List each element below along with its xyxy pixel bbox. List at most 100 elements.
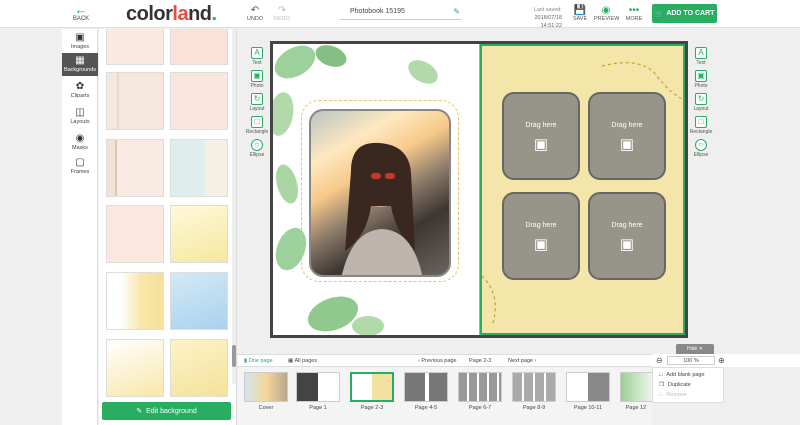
undo-button[interactable]: ↶ UNDO — [243, 5, 267, 22]
frame-icon: ▢ — [75, 157, 85, 168]
rectangle-tool[interactable]: □ Rectangle — [245, 116, 269, 135]
preview-button[interactable]: ◉ PREVIEW — [594, 5, 619, 22]
add-text-tool-right[interactable]: A Text — [692, 47, 710, 66]
zoom-control: ⊖ 100 % ⊕ — [652, 354, 800, 367]
photo-drop-zone[interactable]: Drag here ▣ — [588, 92, 666, 180]
layout-tool[interactable]: ↻ Layout — [248, 93, 266, 112]
tool-masks[interactable]: ◉ Masks — [62, 133, 98, 151]
layout-tool-right[interactable]: ↻ Layout — [692, 93, 710, 112]
background-thumbnail[interactable] — [170, 29, 228, 65]
mask-icon: ◉ — [75, 133, 85, 144]
previous-page-button[interactable]: ‹ Previous page — [418, 358, 457, 364]
photo-frame[interactable] — [309, 109, 451, 277]
portrait-photo — [341, 142, 423, 275]
colorland-logo[interactable]: colorland. — [126, 3, 217, 25]
add-blank-page-label: Add blank page — [666, 372, 705, 378]
tool-backgrounds[interactable]: ▦ Backgrounds — [62, 53, 98, 76]
more-icon: ••• — [628, 5, 640, 16]
pencil-icon: ✎ — [136, 408, 143, 415]
text-icon: A — [695, 47, 707, 59]
photo-icon: ▣ — [251, 70, 263, 82]
last-saved-label: Last saved: — [533, 7, 562, 13]
tool-cliparts-label: Cliparts — [70, 93, 90, 99]
photo-drop-zone[interactable]: Drag here ▣ — [502, 192, 580, 280]
next-page-button[interactable]: Next page › — [508, 358, 536, 364]
page-thumb-10-11[interactable] — [566, 372, 610, 402]
background-thumbnail[interactable] — [106, 29, 164, 65]
zoom-value[interactable]: 100 % — [667, 356, 715, 365]
tool-frames[interactable]: ▢ Frames — [62, 157, 98, 175]
right-page[interactable]: Drag here ▣ Drag here ▣ Drag here ▣ Drag… — [480, 44, 685, 335]
background-thumbnail[interactable] — [170, 139, 228, 197]
remove-label: Remove — [666, 392, 687, 398]
background-thumbnail[interactable] — [170, 72, 228, 130]
page-thumb-label: Page 6-7 — [468, 405, 492, 411]
page-thumbnail-strip: Cover Page 1 Page 2-3 Page 4-5 Page 6-7 … — [238, 367, 652, 425]
rectangle-tool-label: Rectangle — [245, 129, 269, 135]
previous-page-label: Previous page — [421, 358, 457, 364]
zoom-out-icon[interactable]: ⊖ — [656, 356, 663, 365]
tool-layouts[interactable]: ◫ Layouts — [62, 107, 98, 125]
add-image-icon: ▣ — [533, 236, 549, 253]
photo-drop-zone[interactable]: Drag here ▣ — [502, 92, 580, 180]
add-photo-tool-right[interactable]: ▣ Photo — [692, 70, 710, 89]
redo-button[interactable]: ↷ REDO — [270, 5, 294, 22]
edit-background-button[interactable]: ✎ Edit background — [102, 402, 231, 420]
background-thumbnail[interactable] — [170, 272, 228, 330]
pencil-icon[interactable]: ✎ — [453, 7, 460, 16]
background-thumbnail[interactable] — [106, 339, 164, 397]
one-page-view-button[interactable]: ▮ One page — [244, 358, 273, 364]
add-photo-tool[interactable]: ▣ Photo — [248, 70, 266, 89]
logo-part3: nd — [188, 3, 212, 25]
remove-item[interactable]: □ Remove — [659, 392, 687, 398]
page-thumb-label: Page 4-5 — [414, 405, 438, 411]
page-thumb-cover[interactable] — [244, 372, 288, 402]
page-thumb-1[interactable] — [296, 372, 340, 402]
background-thumbnail[interactable] — [106, 205, 164, 263]
background-thumbnail[interactable] — [170, 339, 228, 397]
project-title-field[interactable]: Photobook 15195 ✎ — [340, 7, 462, 20]
all-pages-view-button[interactable]: ▦ All pages — [288, 358, 317, 364]
save-button[interactable]: 💾 SAVE — [568, 5, 592, 22]
page-thumb-4-5[interactable] — [404, 372, 448, 402]
photo-drop-zone[interactable]: Drag here ▣ — [588, 192, 666, 280]
background-thumbnail[interactable] — [106, 272, 164, 330]
more-button[interactable]: ••• MORE — [622, 5, 646, 22]
add-blank-page-item[interactable]: □ Add blank page — [659, 372, 705, 378]
add-text-tool[interactable]: A Text — [248, 47, 266, 66]
photobook-spread: Drag here ▣ Drag here ▣ Drag here ▣ Drag… — [270, 41, 688, 338]
save-label: SAVE — [572, 16, 588, 22]
add-to-cart-label: ADD TO CART — [666, 10, 715, 17]
scrollbar-knob[interactable] — [232, 345, 236, 367]
panel-scrollbar[interactable] — [232, 29, 236, 384]
tool-images[interactable]: ▣ Images — [62, 32, 98, 50]
cart-icon: 🛒 — [654, 10, 664, 18]
hide-pages-button[interactable]: Hide ✕ — [676, 344, 714, 354]
ellipse-tool[interactable]: ○ Ellipse — [248, 139, 266, 158]
page-thumb-label: Page 12 — [625, 405, 647, 411]
background-thumbnail[interactable] — [170, 205, 228, 263]
dotted-curve-decoration — [482, 62, 683, 327]
duplicate-item[interactable]: ❐ Duplicate — [659, 382, 691, 388]
tool-cliparts[interactable]: ✿ Cliparts — [62, 81, 98, 99]
add-page-icon: □ — [659, 372, 663, 378]
back-button[interactable]: ← BACK — [64, 3, 98, 22]
add-to-cart-button[interactable]: 🛒 ADD TO CART — [652, 4, 717, 23]
page-thumb-2-3[interactable] — [350, 372, 394, 402]
rectangle-tool-right[interactable]: □ Rectangle — [689, 116, 713, 135]
background-thumbnail[interactable] — [106, 72, 164, 130]
page-thumb-12[interactable] — [620, 372, 652, 402]
zoom-in-icon[interactable]: ⊕ — [718, 356, 725, 365]
undo-icon: ↶ — [250, 5, 260, 16]
page-thumb-8-9[interactable] — [512, 372, 556, 402]
undo-label: UNDO — [246, 16, 264, 22]
left-page[interactable] — [273, 44, 480, 335]
current-page-indicator: Page 2-3 — [469, 358, 492, 364]
logo-part2: la — [172, 3, 189, 25]
ellipse-tool-right[interactable]: ○ Ellipse — [692, 139, 710, 158]
background-thumbnail[interactable] — [106, 139, 164, 197]
clipart-icon: ✿ — [75, 81, 85, 92]
last-saved-value: 2018/07/18 14:51:22 — [534, 15, 562, 29]
one-page-label: One page — [248, 358, 273, 364]
page-thumb-6-7[interactable] — [458, 372, 502, 402]
